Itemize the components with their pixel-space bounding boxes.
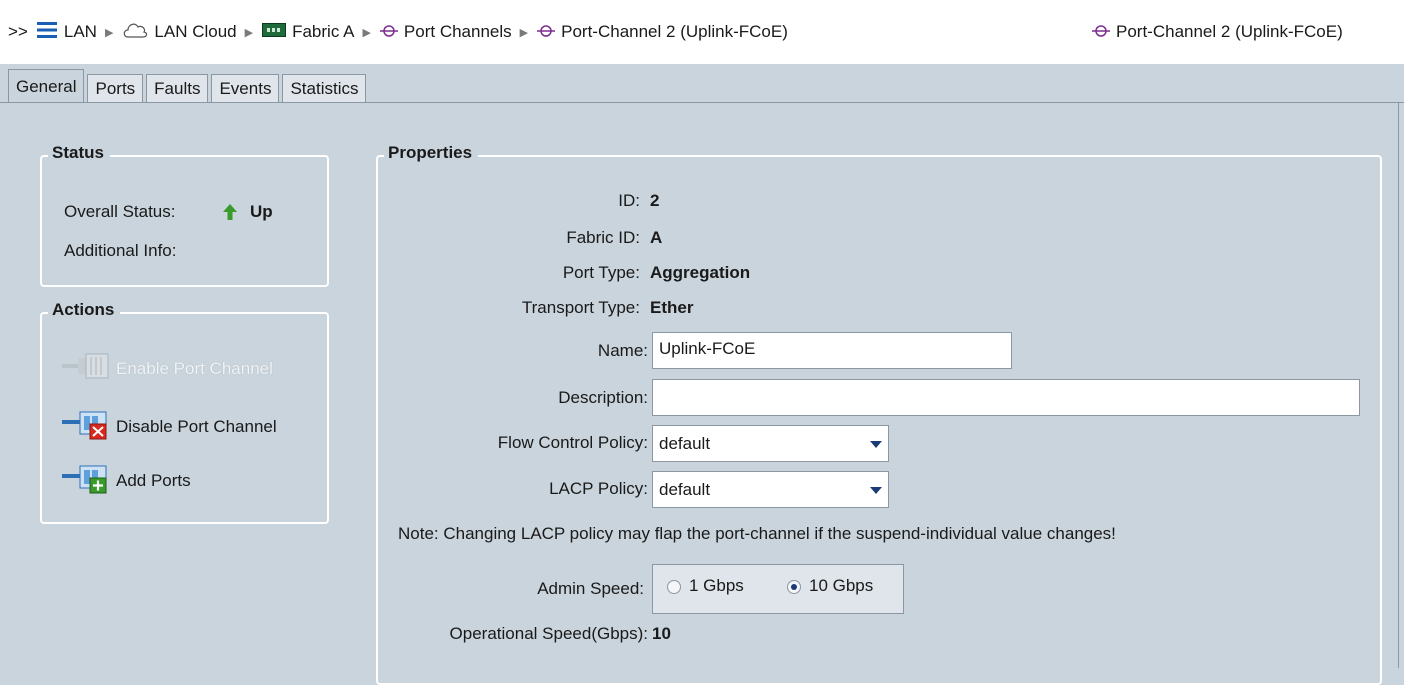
lacp-policy-label: LACP Policy: — [549, 479, 648, 498]
admin-speed-10gbps-radio[interactable] — [787, 580, 801, 594]
flow-control-policy-select[interactable]: default — [652, 425, 889, 462]
disable-port-channel-label: Disable Port Channel — [116, 416, 277, 436]
breadcrumb-bar: >> LAN ▶ LAN Cloud ▶ Fabric A ▶ Port Cha… — [0, 0, 1404, 64]
breadcrumb-label: Port-Channel 2 (Uplink-FCoE) — [561, 22, 788, 41]
admin-speed-label: Admin Speed: — [537, 579, 644, 598]
fabric-id-value: A — [650, 228, 663, 247]
window-title: Port-Channel 2 (Uplink-FCoE) — [1092, 18, 1343, 46]
lan-icon — [36, 21, 58, 44]
add-ports-label: Add Ports — [116, 470, 191, 490]
cloud-icon — [122, 21, 148, 44]
breadcrumb-item-port-channel-2[interactable]: Port-Channel 2 (Uplink-FCoE) — [537, 22, 788, 42]
flow-control-policy-value: default — [659, 434, 711, 453]
name-label: Name: — [597, 341, 648, 360]
breadcrumb-label: LAN — [63, 22, 97, 41]
port-type-value: Aggregation — [650, 263, 751, 282]
transport-type-label: Transport Type: — [521, 298, 640, 317]
overall-status-value: Up — [250, 202, 273, 221]
lacp-note: Note: Changing LACP policy may flap the … — [398, 524, 1116, 543]
breadcrumb-label: Port Channels — [403, 22, 512, 41]
id-value: 2 — [650, 191, 660, 210]
enable-port-channel-label: Enable Port Channel — [116, 358, 273, 378]
panel-border — [1398, 102, 1399, 668]
breadcrumb-label: LAN Cloud — [154, 22, 237, 41]
status-group-title: Status — [48, 143, 110, 163]
tab-general[interactable]: General — [8, 69, 85, 103]
properties-group-title: Properties — [384, 143, 479, 163]
tab-ports[interactable]: Ports — [87, 74, 144, 103]
lacp-policy-select[interactable]: default — [652, 471, 889, 508]
fabric-id-label: Fabric ID: — [566, 228, 640, 247]
add-ports-icon — [62, 462, 112, 499]
breadcrumb-label: Fabric A — [292, 22, 355, 41]
chevron-down-icon — [870, 487, 882, 494]
breadcrumb: >> LAN ▶ LAN Cloud ▶ Fabric A ▶ Port Cha… — [8, 18, 788, 46]
tab-statistics[interactable]: Statistics — [282, 74, 367, 103]
breadcrumb-separator-icon: ▶ — [362, 26, 371, 39]
port-channel-icon — [537, 22, 556, 42]
port-channel-icon — [379, 22, 398, 42]
actions-group-title: Actions — [48, 300, 121, 320]
description-label: Description: — [558, 388, 648, 407]
operational-speed-value: 10 — [652, 624, 671, 643]
breadcrumb-separator-icon: ▶ — [104, 26, 114, 39]
overall-status-label: Overall Status: — [64, 202, 176, 221]
id-label: ID: — [618, 191, 640, 210]
enable-port-channel-icon — [62, 352, 112, 385]
breadcrumb-item-lan[interactable]: LAN — [36, 21, 97, 44]
flow-control-policy-label: Flow Control Policy: — [497, 433, 648, 452]
name-input[interactable]: Uplink-FCoE — [652, 332, 1012, 369]
tab-bar: General Ports Faults Events Statistics — [8, 69, 369, 103]
fabric-icon — [262, 22, 287, 42]
add-ports-button[interactable]: Add Ports — [62, 462, 191, 499]
disable-port-channel-icon — [62, 408, 112, 445]
chevron-down-icon — [870, 441, 882, 448]
tab-divider — [0, 102, 1404, 103]
operational-speed-label: Operational Speed(Gbps): — [449, 624, 648, 643]
tab-events[interactable]: Events — [211, 74, 280, 103]
breadcrumb-item-lan-cloud[interactable]: LAN Cloud — [122, 21, 237, 44]
window-title-label: Port-Channel 2 (Uplink-FCoE) — [1116, 22, 1343, 41]
enable-port-channel-button[interactable]: Enable Port Channel — [62, 352, 273, 385]
breadcrumb-item-port-channels[interactable]: Port Channels — [379, 22, 512, 42]
additional-info-label: Additional Info: — [64, 241, 177, 260]
admin-speed-1gbps-radio[interactable] — [667, 580, 681, 594]
breadcrumb-separator-icon: ▶ — [519, 26, 529, 39]
breadcrumb-separator-icon: ▶ — [244, 26, 254, 39]
lacp-policy-value: default — [659, 480, 711, 499]
tab-faults[interactable]: Faults — [146, 74, 209, 103]
breadcrumb-item-fabric-a[interactable]: Fabric A — [262, 22, 354, 42]
description-input[interactable] — [652, 379, 1360, 416]
breadcrumb-expand-button[interactable]: >> — [8, 22, 28, 42]
disable-port-channel-button[interactable]: Disable Port Channel — [62, 408, 277, 445]
admin-speed-1gbps-label[interactable]: 1 Gbps — [689, 576, 744, 596]
admin-speed-10gbps-label[interactable]: 10 Gbps — [809, 576, 873, 596]
port-channel-icon — [1092, 22, 1110, 42]
admin-speed-radio-group: 1 Gbps 10 Gbps — [652, 564, 904, 614]
port-type-label: Port Type: — [562, 263, 640, 282]
up-arrow-icon — [222, 203, 238, 226]
transport-type-value: Ether — [650, 298, 694, 317]
